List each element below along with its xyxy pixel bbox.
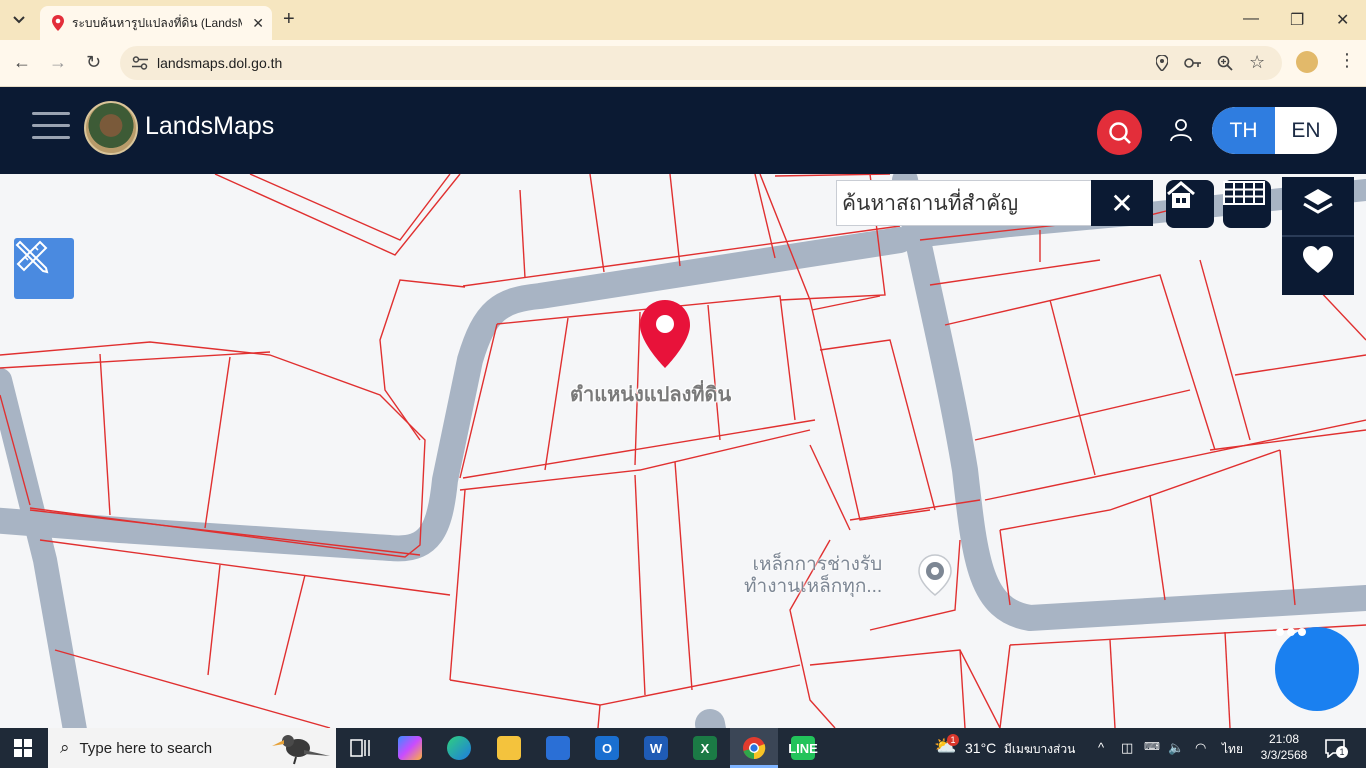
system-clock[interactable]: 21:08 3/3/2568 (1256, 731, 1312, 763)
notification-count-badge: 1 (1336, 746, 1348, 758)
microsoft-store-icon[interactable] (546, 736, 570, 760)
layers-panel (1282, 177, 1354, 295)
taskbar-search-placeholder: Type here to search (79, 739, 213, 757)
tab-search-button[interactable] (6, 8, 32, 32)
more-dots-icon (1276, 628, 1306, 636)
clock-date: 3/3/2568 (1260, 748, 1308, 762)
layers-icon[interactable] (1302, 187, 1334, 221)
minimize-window-icon[interactable]: — (1243, 10, 1259, 28)
parcel-boundaries (0, 174, 1366, 728)
parcel-location-pin-icon[interactable] (639, 298, 691, 370)
copilot-icon[interactable] (398, 736, 422, 760)
show-hidden-icons-icon[interactable]: ^ (1098, 740, 1104, 755)
parcel-marker-label: ตำแหน่งแปลงที่ดิน (570, 384, 732, 406)
panel-divider (1282, 235, 1354, 237)
task-view-icon[interactable] (350, 739, 370, 757)
address-bar[interactable]: landsmaps.dol.go.th ☆ (120, 46, 1282, 80)
parcel-map-layer (0, 174, 1366, 728)
tab-close-icon[interactable]: ✕ (252, 15, 264, 32)
taskbar-search-box[interactable]: ⌕ Type here to search (48, 728, 336, 768)
location-icon[interactable] (1156, 55, 1168, 71)
password-key-icon[interactable] (1184, 58, 1202, 68)
home-icon (1167, 181, 1195, 208)
restore-window-icon[interactable]: ❐ (1290, 10, 1304, 30)
weather-badge: 1 (947, 734, 959, 746)
url-text[interactable]: landsmaps.dol.go.th (157, 55, 282, 71)
ruler-pencil-icon (15, 240, 49, 274)
grid-button[interactable] (1223, 180, 1271, 228)
search-button[interactable] (1097, 110, 1142, 155)
profile-avatar[interactable] (1296, 51, 1318, 73)
chrome-taskbar-button[interactable] (730, 728, 778, 768)
search-icon (1108, 121, 1131, 144)
forward-arrow-icon[interactable]: → (49, 52, 67, 73)
bookmark-star-icon[interactable]: ☆ (1249, 52, 1265, 73)
more-options-fab[interactable] (1275, 627, 1359, 711)
hamburger-menu-icon[interactable] (32, 112, 70, 144)
clock-time: 21:08 (1268, 732, 1300, 746)
browser-tab-active[interactable]: ระบบค้นหารูปแปลงที่ดิน (LandsMaps) ✕ (40, 6, 272, 40)
outlook-icon[interactable]: O (595, 736, 619, 760)
road-network (0, 174, 1366, 728)
browser-tab-strip: ระบบค้นหารูปแปลงที่ดิน (LandsMaps) ✕ + —… (0, 0, 1366, 40)
map-canvas[interactable]: ตำแหน่งแปลงที่ดิน เหล็กการช่างรับ ทำงานเ… (0, 174, 1366, 728)
department-logo (84, 101, 138, 155)
home-button[interactable] (1166, 180, 1214, 228)
network-icon[interactable]: ◠ (1195, 740, 1206, 756)
word-icon[interactable]: W (644, 736, 668, 760)
excel-icon[interactable]: X (693, 736, 717, 760)
measure-tool-button[interactable] (14, 238, 74, 299)
favorite-heart-icon[interactable] (1302, 245, 1334, 275)
browser-menu-icon[interactable]: ⋮ (1338, 50, 1356, 71)
back-arrow-icon[interactable]: ← (13, 52, 31, 73)
zoom-icon[interactable] (1217, 55, 1233, 71)
clear-search-button[interactable]: ✕ (1091, 180, 1153, 226)
search-icon: ⌕ (60, 738, 70, 757)
poi-label-line2: ทำงานเหล็กทุก... (744, 576, 883, 597)
weather-temp[interactable]: 31°C (965, 740, 996, 756)
chrome-icon (743, 737, 766, 760)
poi-pin-icon[interactable] (917, 553, 953, 597)
close-icon: ✕ (1110, 187, 1134, 219)
windows-start-icon[interactable] (14, 739, 32, 757)
line-app-icon[interactable]: LINE (788, 736, 818, 760)
file-explorer-icon[interactable] (497, 736, 521, 760)
browser-toolbar: ← → ↻ landsmaps.dol.go.th ☆ ⋮ (0, 40, 1366, 87)
reload-icon[interactable]: ↻ (86, 52, 101, 73)
weather-description[interactable]: มีเมฆบางส่วน (1004, 740, 1075, 759)
app-header: LandsMaps TH EN (0, 87, 1366, 174)
input-indicator-icon[interactable]: ⌨ (1144, 740, 1160, 753)
new-tab-button[interactable]: + (283, 9, 295, 29)
tab-title: ระบบค้นหารูปแปลงที่ดิน (LandsMaps) (72, 15, 242, 30)
poi-label-line1: เหล็กการช่างรับ (752, 554, 883, 575)
lang-en-button[interactable]: EN (1275, 107, 1337, 154)
grid-icon (1223, 181, 1265, 205)
map-search-input[interactable]: ค้นหาสถานที่สำคัญ (836, 180, 1092, 226)
meet-now-icon[interactable]: ◫ (1121, 740, 1133, 756)
language-toggle[interactable]: TH EN (1212, 107, 1337, 154)
map-pin-favicon-icon (52, 15, 64, 31)
brand-title: LandsMaps (145, 112, 275, 140)
lang-th-button[interactable]: TH (1212, 107, 1275, 154)
volume-icon[interactable]: 🔈 (1168, 740, 1184, 756)
poi-label[interactable]: เหล็กการช่างรับ ทำงานเหล็กทุก... (744, 554, 882, 598)
edge-browser-icon[interactable] (447, 736, 471, 760)
close-window-icon[interactable]: ✕ (1336, 10, 1349, 30)
user-icon[interactable] (1170, 118, 1192, 142)
site-settings-icon[interactable] (132, 56, 148, 70)
input-language[interactable]: ไทย (1222, 740, 1243, 759)
chevron-down-icon (13, 16, 25, 24)
hornbill-bird-icon (272, 735, 330, 765)
windows-taskbar: ⌕ Type here to search O W X LINE ⛅ 1 31°… (0, 728, 1366, 768)
